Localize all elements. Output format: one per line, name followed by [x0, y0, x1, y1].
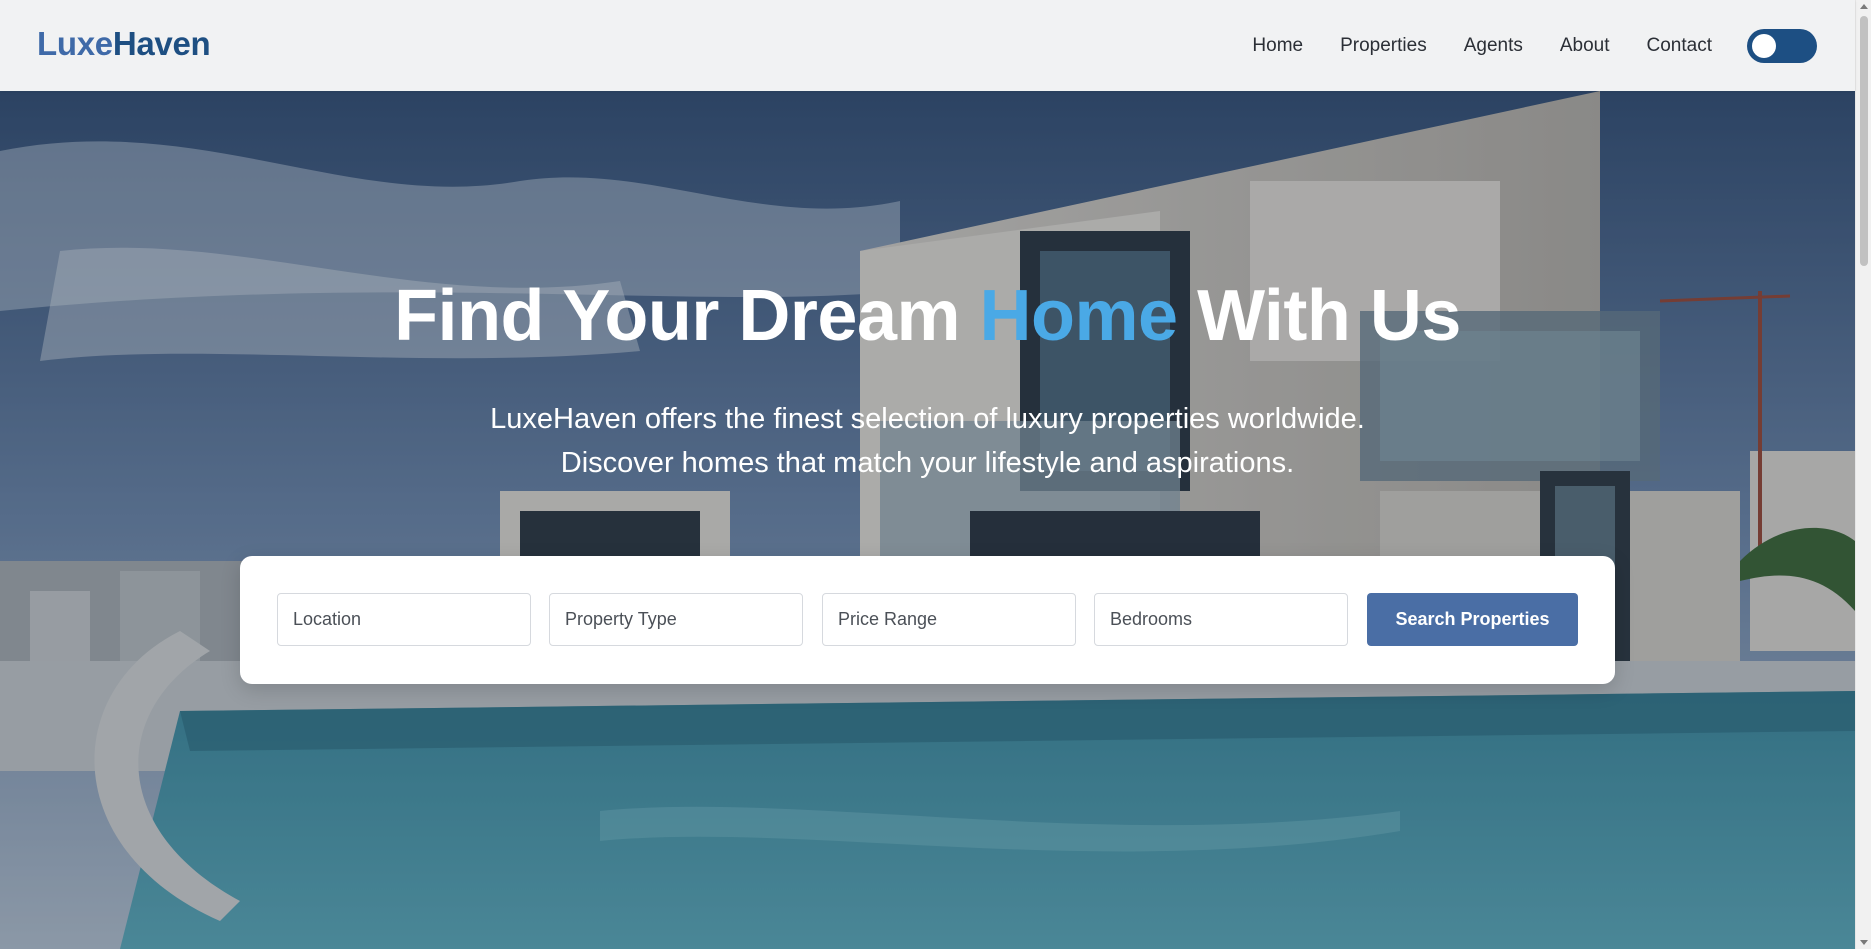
- page: LuxeHaven Home Properties Agents About C…: [0, 0, 1871, 949]
- main-nav: Home Properties Agents About Contact: [1252, 0, 1712, 91]
- search-card: Location Property Type Price Range Bedro…: [240, 556, 1615, 684]
- scrollbar-thumb[interactable]: [1860, 16, 1868, 266]
- nav-properties[interactable]: Properties: [1340, 35, 1427, 57]
- nav-agents[interactable]: Agents: [1464, 35, 1523, 57]
- search-properties-button[interactable]: Search Properties: [1367, 593, 1578, 646]
- location-input[interactable]: Location: [277, 593, 531, 646]
- vertical-scrollbar[interactable]: [1855, 0, 1871, 949]
- site-header: LuxeHaven Home Properties Agents About C…: [0, 0, 1855, 91]
- bedrooms-input[interactable]: Bedrooms: [1094, 593, 1348, 646]
- property-type-input[interactable]: Property Type: [549, 593, 803, 646]
- nav-contact[interactable]: Contact: [1647, 35, 1712, 57]
- nav-home[interactable]: Home: [1252, 35, 1303, 57]
- hero-section: Find Your Dream Home With Us LuxeHaven o…: [0, 91, 1855, 949]
- theme-toggle[interactable]: [1747, 29, 1817, 63]
- price-range-input[interactable]: Price Range: [822, 593, 1076, 646]
- hero-overlay: [0, 91, 1855, 949]
- hero-subtitle: LuxeHaven offers the finest selection of…: [0, 397, 1855, 485]
- logo[interactable]: LuxeHaven: [37, 25, 211, 63]
- hero-title-accent: Home: [979, 276, 1179, 356]
- hero-subtitle-line2: Discover homes that match your lifestyle…: [560, 447, 1295, 479]
- hero-title: Find Your Dream Home With Us: [0, 275, 1855, 357]
- hero-title-before: Find Your Dream: [394, 276, 980, 356]
- toggle-switch-icon: [1752, 34, 1776, 58]
- scroll-down-icon[interactable]: [1860, 940, 1868, 945]
- logo-luxe: Luxe: [37, 25, 113, 62]
- scroll-up-icon[interactable]: [1860, 4, 1868, 9]
- hero-subtitle-line1: LuxeHaven offers the finest selection of…: [490, 403, 1365, 435]
- nav-about[interactable]: About: [1560, 35, 1610, 57]
- hero-title-after: With Us: [1177, 276, 1461, 356]
- logo-haven: Haven: [112, 25, 211, 62]
